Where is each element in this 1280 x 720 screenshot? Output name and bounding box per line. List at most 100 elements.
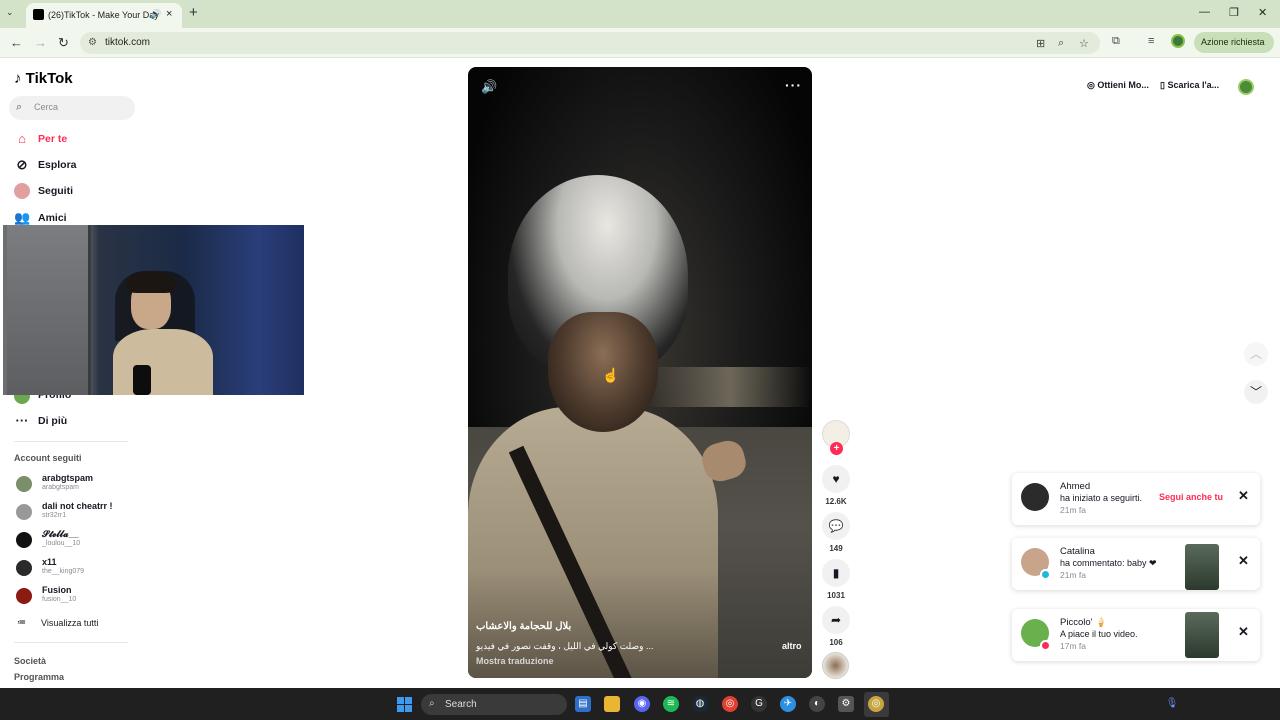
tab-audio-icon[interactable]: 🔊 <box>150 9 161 20</box>
footer-link-program[interactable]: Programma <box>14 672 64 682</box>
video-author[interactable]: بلال للحجامة والاعشاب <box>476 621 571 632</box>
previous-video-button[interactable]: ︿ <box>1244 342 1268 366</box>
bookmark-star-icon[interactable]: ☆ <box>1079 37 1089 50</box>
account-item[interactable]: Fusion fusion__10 <box>14 585 124 609</box>
video-lights <box>648 367 812 407</box>
view-all-label: Visualizza tutti <box>41 618 99 628</box>
account-handle: fusion__10 <box>42 596 77 603</box>
extensions-icon[interactable]: ⧉ <box>1112 35 1120 48</box>
share-button[interactable]: ➦ <box>822 606 850 634</box>
account-name: dali not cheatrr ! <box>42 501 113 511</box>
discord-icon[interactable]: ◉ <box>634 696 650 712</box>
description-more-link[interactable]: altro <box>782 641 802 651</box>
video-thumbnail[interactable] <box>1185 544 1219 590</box>
notification-card[interactable]: Ahmed ha iniziato a seguirti. 21m fa Seg… <box>1012 473 1260 525</box>
url-field[interactable]: ⚙ tiktok.com ⊞ ⌕ ☆ <box>80 32 1100 54</box>
browser-profile-avatar[interactable] <box>1171 34 1185 48</box>
search-placeholder: Cerca <box>34 102 59 112</box>
back-icon[interactable]: ← <box>10 35 23 50</box>
following-icon <box>14 183 30 199</box>
maximize-icon[interactable]: ❐ <box>1229 6 1239 19</box>
app-icon[interactable]: ◐ <box>809 696 825 712</box>
microphone-icon[interactable]: 🎙 <box>1164 696 1180 712</box>
account-handle: the__king079 <box>42 568 85 575</box>
follow-back-button[interactable]: Segui anche tu <box>1159 492 1223 502</box>
search-input[interactable]: ⌕ Cerca <box>9 96 135 120</box>
nav-more[interactable]: ··· Di più <box>14 412 134 432</box>
media-control-icon[interactable]: ≡ <box>1148 35 1154 47</box>
avatar <box>16 504 32 520</box>
chrome-icon[interactable]: ◎ <box>722 696 738 712</box>
sidebar-divider <box>14 642 128 643</box>
save-count: 1031 <box>827 591 845 600</box>
store-icon[interactable]: ▤ <box>575 696 591 712</box>
nav-label: Seguiti <box>38 185 74 197</box>
window-close-icon[interactable]: ✕ <box>1258 6 1267 19</box>
like-count: 12.6K <box>825 497 847 506</box>
notification-card[interactable]: Catalina ha commentato: baby ❤ 21m fa ✕ <box>1012 538 1260 590</box>
site-info-icon[interactable]: ⚙ <box>88 37 97 48</box>
video-more-options-icon[interactable]: ··· <box>785 77 802 93</box>
tiktok-logo[interactable]: ♪ TikTok <box>14 70 73 87</box>
minimize-icon[interactable]: — <box>1199 6 1210 18</box>
new-tab-icon[interactable]: + <box>189 4 198 21</box>
forward-icon[interactable]: → <box>34 35 47 50</box>
steam-icon[interactable]: ◍ <box>692 696 708 712</box>
account-item[interactable]: arabgtspam arabgtspam <box>14 473 124 497</box>
logo-text: TikTok <box>25 70 73 87</box>
address-bar: ← → ↻ ⚙ tiktok.com ⊞ ⌕ ☆ ⧉ ≡ Azione rich… <box>0 28 1280 58</box>
notification-name: Catalina <box>1060 546 1095 557</box>
translate-icon[interactable]: ⊞ <box>1036 37 1045 50</box>
tab-close-icon[interactable]: × <box>166 8 172 20</box>
windows-start-icon[interactable] <box>397 697 412 712</box>
search-icon: ⌕ <box>16 101 23 113</box>
settings-icon[interactable]: ⚙ <box>838 696 854 712</box>
webcam-microphone <box>133 365 151 395</box>
nav-explore[interactable]: ⊘ Esplora <box>14 156 134 176</box>
more-icon: ··· <box>15 413 29 428</box>
get-coins-button[interactable]: ◎ Ottieni Mo... <box>1087 80 1149 91</box>
comment-badge-icon <box>1040 569 1051 580</box>
video-description: ... وصلت كولي في الليل ، وقفت نصور في في… <box>476 641 654 651</box>
zoom-icon[interactable]: ⌕ <box>1058 37 1064 50</box>
footer-link-company[interactable]: Società <box>14 656 46 666</box>
taskbar-search-input[interactable]: ⌕ Search <box>421 694 567 715</box>
video-thumbnail[interactable] <box>1185 612 1219 658</box>
app-icon[interactable]: G <box>751 696 767 712</box>
hand-cursor-icon: ☝ <box>602 367 620 383</box>
file-explorer-icon[interactable] <box>604 696 620 712</box>
notification-card[interactable]: Piccolo' 🍦 A piace il tuo video. 17m fa … <box>1012 609 1260 661</box>
show-translation-link[interactable]: Mostra traduzione <box>476 656 554 666</box>
follow-plus-icon[interactable]: + <box>830 442 843 455</box>
browser-tab[interactable]: (26)TikTok - Make Your Day 🔊 × <box>26 3 182 28</box>
close-icon[interactable]: ✕ <box>1238 553 1249 569</box>
tiktok-favicon-icon <box>33 9 44 20</box>
close-icon[interactable]: ✕ <box>1238 488 1249 504</box>
music-disc-icon[interactable] <box>822 652 849 679</box>
like-button[interactable]: ♥ <box>822 465 850 493</box>
video-player[interactable] <box>468 67 812 678</box>
close-icon[interactable]: ✕ <box>1238 624 1249 640</box>
nav-for-you[interactable]: ⌂ Per te <box>14 130 134 150</box>
chrome-alt-icon[interactable]: ◎ <box>868 696 884 712</box>
volume-icon[interactable]: 🔊 <box>481 79 497 95</box>
action-required-label: Azione richiesta <box>1201 37 1265 47</box>
avatar <box>16 588 32 604</box>
messenger-icon[interactable]: ✈ <box>780 696 796 712</box>
reload-icon[interactable]: ↻ <box>58 35 69 51</box>
nav-following[interactable]: Seguiti <box>14 182 134 202</box>
action-required-button[interactable]: Azione richiesta <box>1194 32 1274 53</box>
account-item[interactable]: dali not cheatrr ! str32rr1 <box>14 501 124 525</box>
save-button[interactable]: ▮ <box>822 559 850 587</box>
next-video-button[interactable]: ﹀ <box>1244 380 1268 404</box>
comment-button[interactable]: 💬 <box>822 512 850 540</box>
download-app-button[interactable]: ▯ Scarica l'a... <box>1160 80 1219 91</box>
notification-time: 21m fa <box>1060 505 1086 515</box>
spotify-icon[interactable]: ≋ <box>663 696 679 712</box>
account-item[interactable]: 𝓢𝓽𝓮𝓵𝓵𝓪__ _loulou__10 <box>14 529 124 553</box>
account-item[interactable]: x11 the__king079 <box>14 557 124 581</box>
search-icon: ⌕ <box>429 698 435 709</box>
user-avatar[interactable] <box>1238 79 1254 95</box>
tab-search-icon[interactable]: ⌄ <box>6 7 14 18</box>
share-count: 106 <box>829 638 843 647</box>
